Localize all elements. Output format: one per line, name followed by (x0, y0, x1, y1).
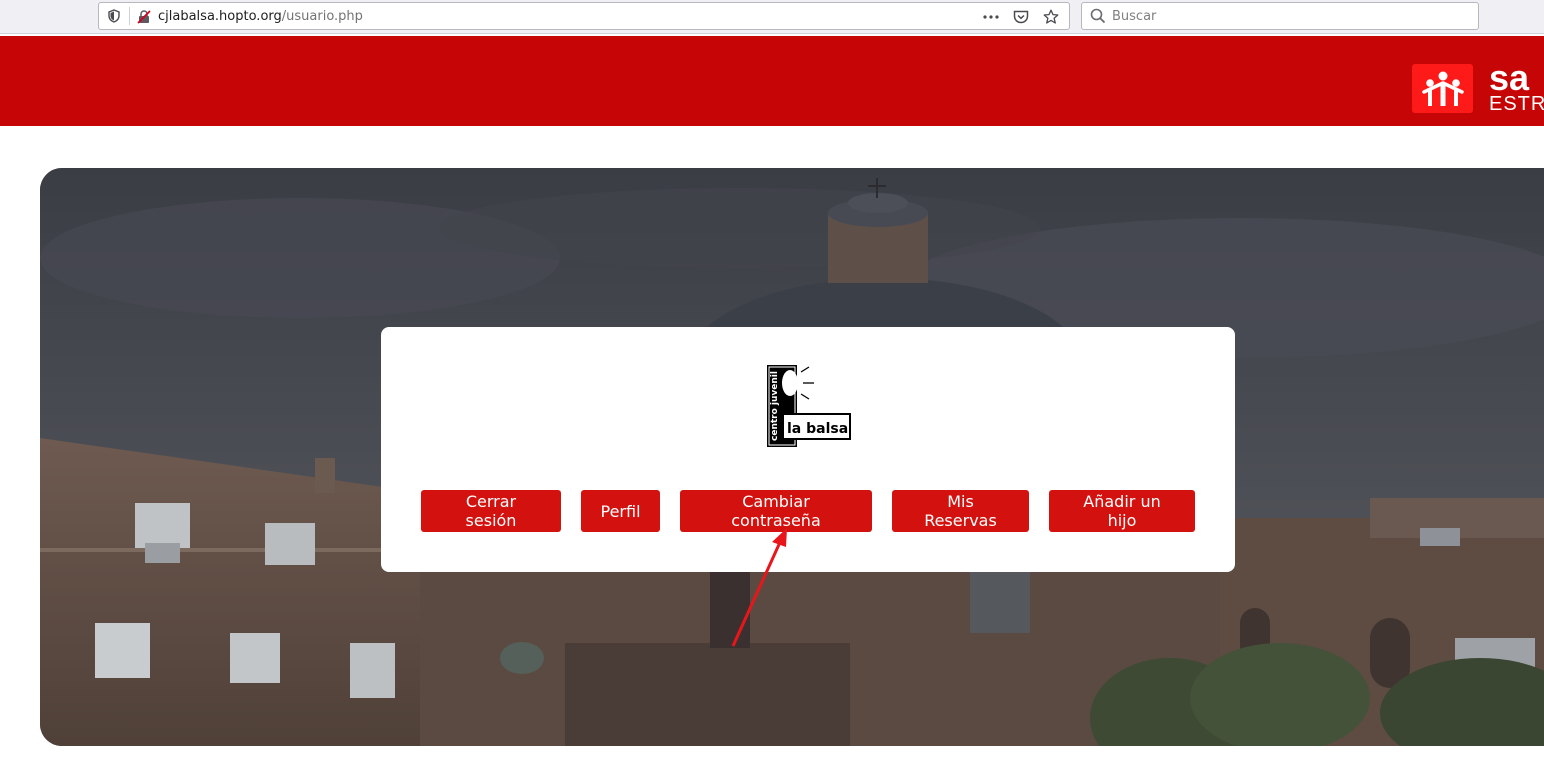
logo-name-text: la balsa (787, 421, 848, 437)
insecure-lock-icon[interactable] (137, 9, 151, 24)
search-icon (1090, 8, 1106, 24)
address-bar[interactable]: cjlabalsa.hopto.org/usuario.php (98, 2, 1070, 30)
address-bar-separator (129, 7, 130, 25)
la-balsa-logo-mark: centro juvenil la balsa (767, 365, 851, 447)
brand-subtitle: ESTR (1489, 93, 1544, 115)
tracking-shield-icon[interactable] (107, 8, 121, 24)
browser-toolbar: cjlabalsa.hopto.org/usuario.php (0, 0, 1544, 34)
user-menu-card: centro juvenil la balsa Cerrar sesión Pe… (381, 327, 1235, 572)
url-host: cjlabalsa.hopto.org (158, 8, 282, 24)
bookmark-star-icon[interactable] (1041, 7, 1061, 27)
logout-button[interactable]: Cerrar sesión (421, 490, 561, 532)
my-reservations-button[interactable]: Mis Reservas (892, 490, 1029, 532)
page-actions-icon[interactable] (981, 7, 1001, 27)
pocket-icon[interactable] (1011, 7, 1031, 27)
brand-logo[interactable]: sa ESTR (1412, 60, 1544, 115)
user-actions: Cerrar sesión Perfil Cambiar contraseña … (421, 490, 1195, 532)
url-path: /usuario.php (281, 8, 363, 24)
change-password-button[interactable]: Cambiar contraseña (680, 490, 872, 532)
site-header: sa ESTR (0, 36, 1544, 126)
add-child-button[interactable]: Añadir un hijo (1049, 490, 1195, 532)
la-balsa-logo: centro juvenil la balsa (766, 364, 852, 448)
brand-name: sa (1489, 57, 1530, 98)
url-text[interactable]: cjlabalsa.hopto.org/usuario.php (158, 9, 363, 24)
brand-emblem-icon (1412, 64, 1473, 113)
search-input[interactable] (1112, 8, 1452, 24)
search-bar[interactable] (1081, 2, 1479, 30)
profile-button[interactable]: Perfil (581, 490, 660, 532)
logo-vertical-text: centro juvenil (770, 371, 780, 441)
